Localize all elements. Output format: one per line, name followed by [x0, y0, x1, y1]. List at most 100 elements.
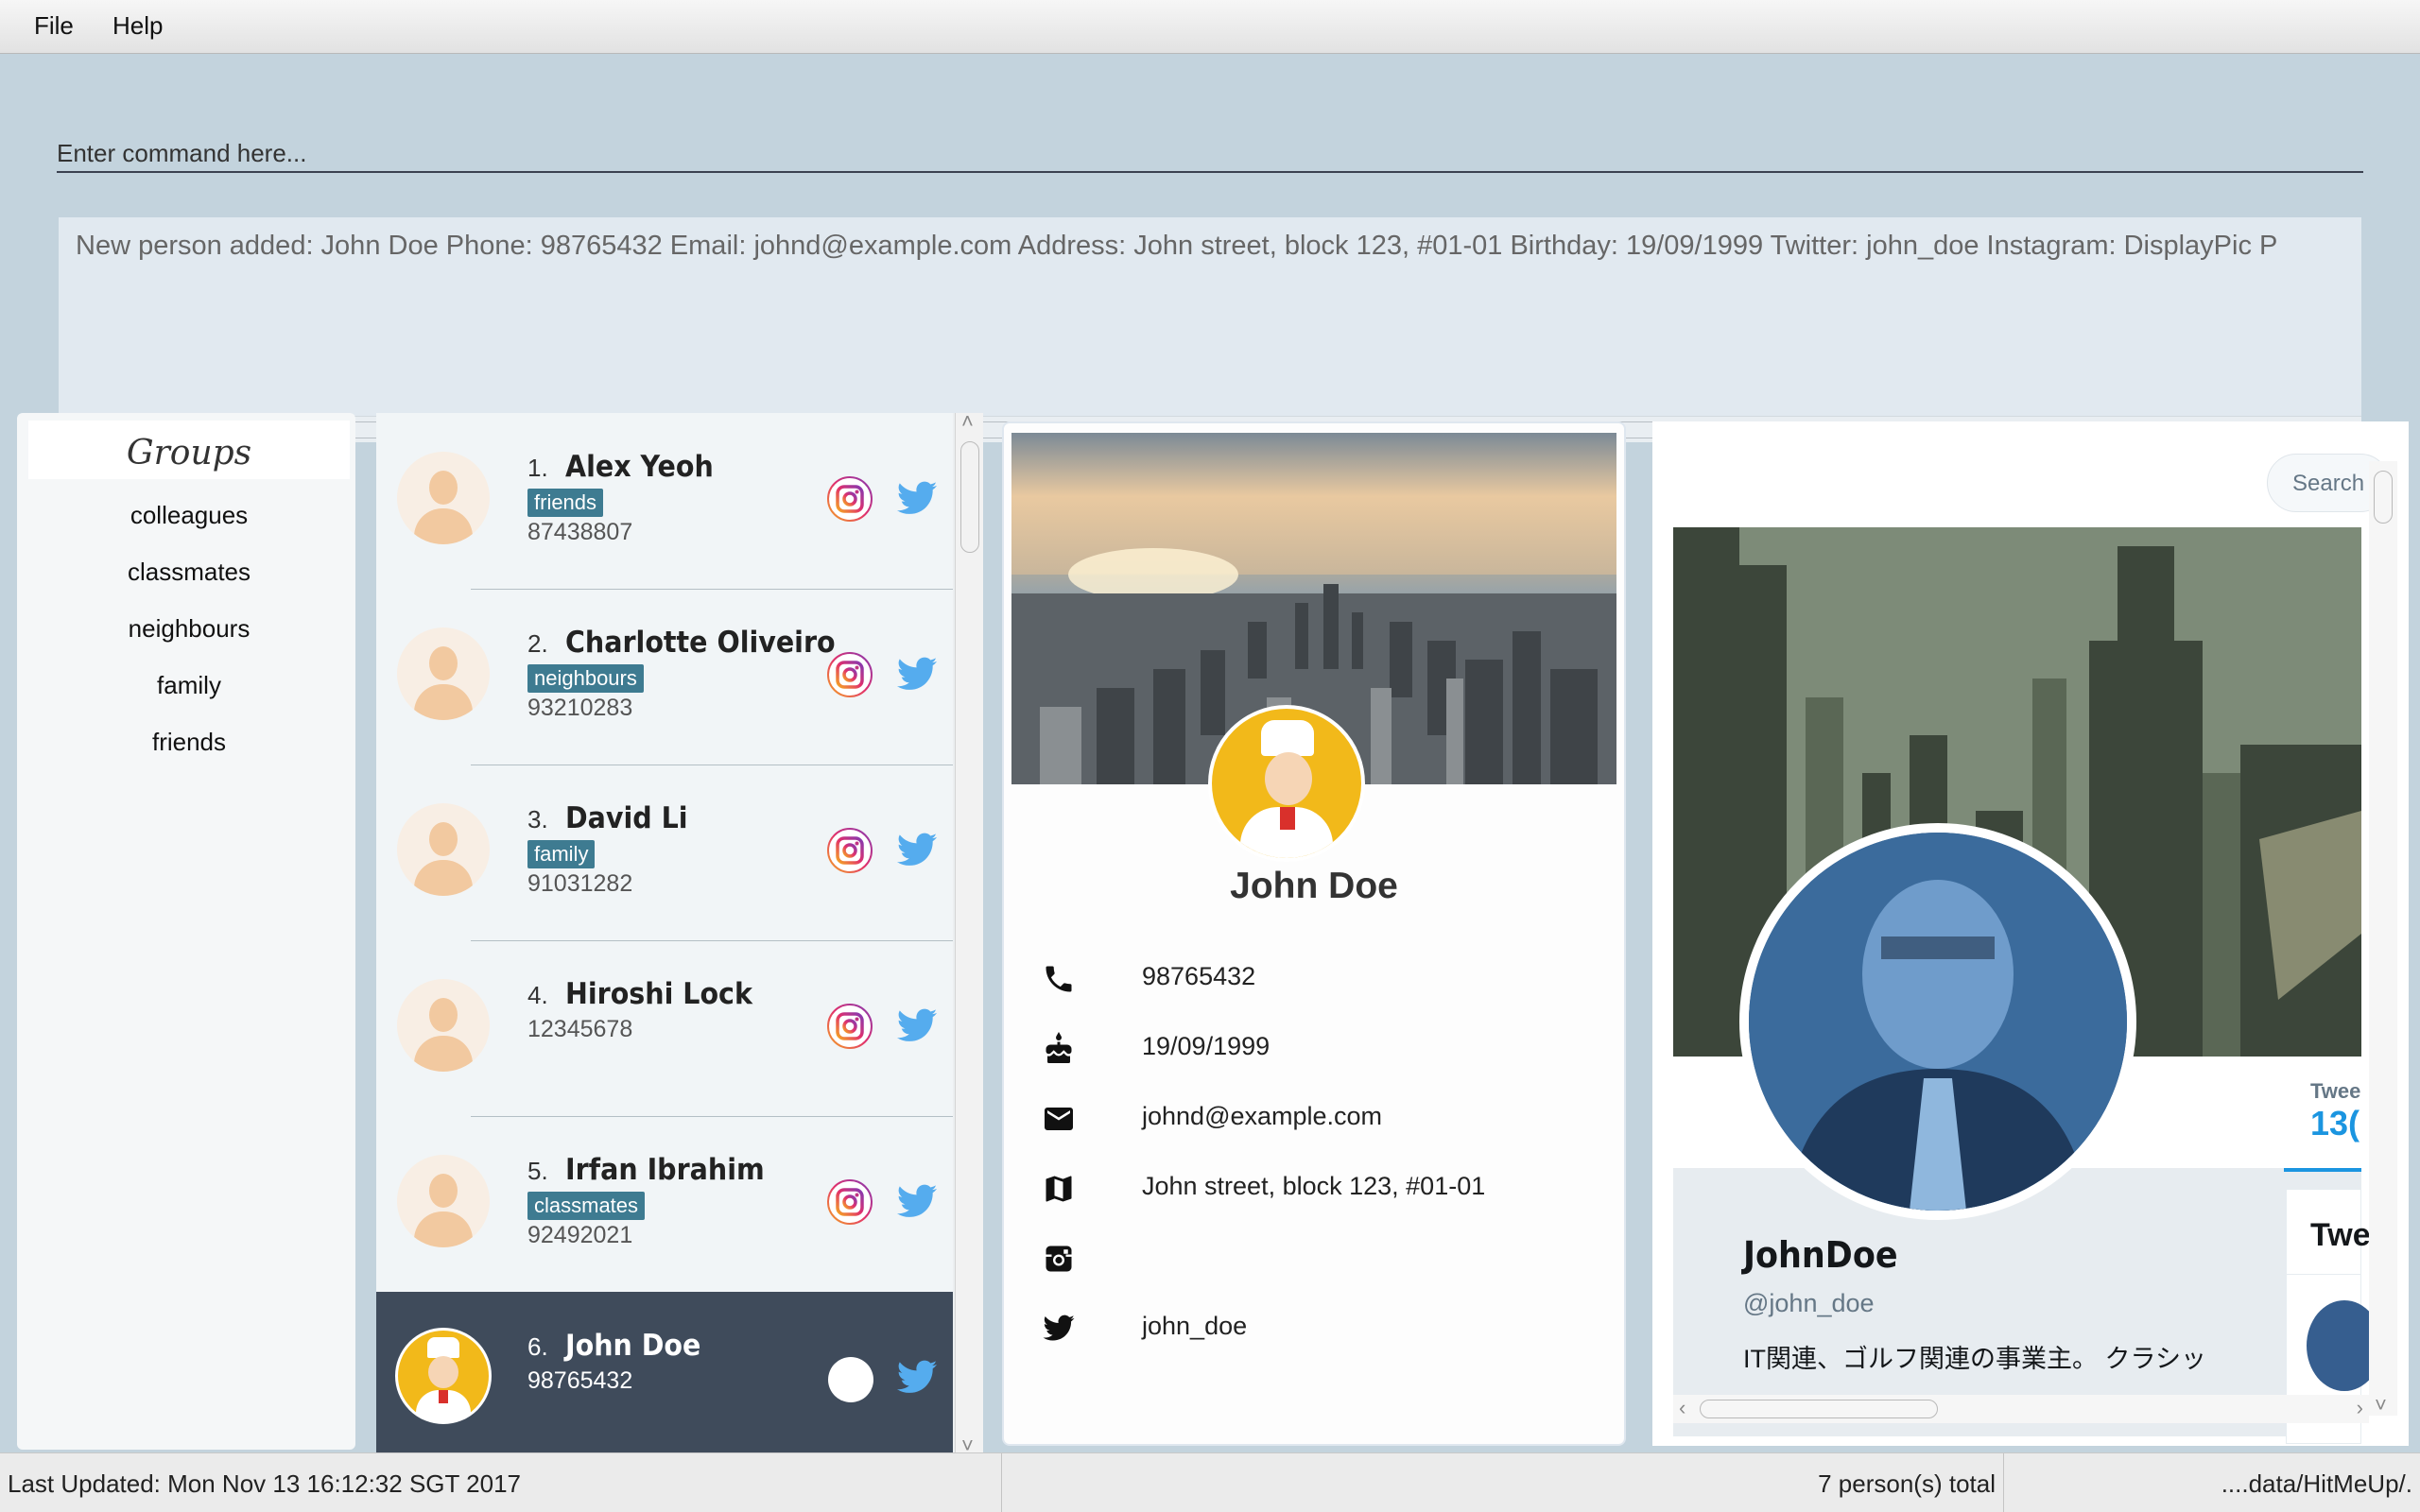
person-card[interactable]: 4. Hiroshi Lock 12345678 [376, 940, 953, 1116]
menu-file[interactable]: File [34, 11, 74, 41]
group-item-neighbours[interactable]: neighbours [28, 601, 350, 656]
person-phone: 93210283 [527, 695, 633, 721]
browser-vertical-scrollbar[interactable]: ˅ [2369, 461, 2397, 1418]
tweets-tab-underline [2284, 1168, 2361, 1172]
twitter-bio: IT関連、ゴルフ関連の事業主。 クラシッ [1743, 1345, 2206, 1373]
person-tag: classmates [527, 1192, 646, 1220]
person-index: 1. [527, 454, 548, 482]
phone-icon [1046, 966, 1072, 992]
status-segment-total: 7 person(s) total [1002, 1453, 2004, 1512]
default-avatar-icon [397, 803, 490, 896]
twitter-icon[interactable] [894, 1180, 940, 1224]
person-index: 5. [527, 1157, 548, 1185]
tweets-count[interactable]: 13( [2310, 1104, 2360, 1143]
divider [471, 940, 953, 941]
group-item-friends[interactable]: friends [28, 714, 350, 769]
person-tag: neighbours [527, 664, 644, 693]
menu-bar: File Help [0, 0, 2420, 54]
profile-photo-image [1749, 833, 2127, 1211]
empty-instagram-placeholder [828, 1357, 873, 1402]
person-card[interactable]: 2. Charlotte Oliveiro neighbours 9321028… [376, 589, 953, 765]
detail-twitter-row: john_doe [1042, 1306, 1590, 1349]
detail-address: John street, block 123, #01-01 [1142, 1172, 1486, 1200]
divider [2286, 1274, 2361, 1275]
twitter-icon[interactable] [894, 1356, 940, 1400]
browser-panel[interactable]: Search Twee 13( Twe JohnDoe @john_doe IT… [1652, 421, 2409, 1446]
browser-hscroll-thumb[interactable] [1700, 1400, 1938, 1418]
groups-header: Groups [28, 421, 350, 479]
email-icon [1045, 1108, 1073, 1130]
person-total-text: 7 person(s) total [1818, 1469, 1996, 1498]
detail-email-row: johnd@example.com [1042, 1096, 1590, 1140]
person-index: 2. [527, 629, 548, 658]
group-item-classmates[interactable]: classmates [28, 544, 350, 599]
person-name: Alex Yeoh [565, 450, 714, 484]
instagram-icon [1046, 1246, 1072, 1272]
default-avatar-icon [397, 452, 490, 544]
detail-instagram-row [1042, 1236, 1590, 1280]
detail-birthday-row: 19/09/1999 [1042, 1026, 1590, 1070]
person-phone: 92492021 [527, 1222, 633, 1248]
twitter-icon[interactable] [894, 829, 940, 872]
list-scroll-thumb[interactable] [960, 441, 979, 553]
detail-address-row: John street, block 123, #01-01 [1042, 1166, 1590, 1210]
instagram-icon[interactable] [826, 1003, 873, 1050]
default-avatar-icon [397, 1155, 490, 1247]
scroll-left-icon[interactable]: ‹ [1679, 1396, 1685, 1420]
twitter-icon[interactable] [894, 653, 940, 696]
detail-phone: 98765432 [1142, 962, 1256, 990]
person-phone: 91031282 [527, 870, 633, 897]
twitter-icon[interactable] [894, 1005, 940, 1048]
person-tag: friends [527, 489, 604, 517]
result-scroll-thumb[interactable] [89, 421, 1902, 438]
scroll-down-icon[interactable]: ˅ [961, 1434, 974, 1452]
detail-birthday: 19/09/1999 [1142, 1032, 1270, 1060]
person-name: Hiroshi Lock [565, 977, 752, 1011]
person-details-panel: John Doe 98765432 19/09/1999 johnd@examp… [1002, 421, 1626, 1446]
person-card[interactable]: 1. Alex Yeoh friends 87438807 [376, 413, 953, 589]
default-avatar-icon [397, 627, 490, 720]
person-card[interactable]: 3. David Li family 91031282 [376, 765, 953, 940]
menu-help[interactable]: Help [112, 11, 163, 41]
person-name: Irfan Ibrahim [565, 1153, 765, 1187]
instagram-icon[interactable] [826, 1178, 873, 1226]
person-card-selected[interactable]: 6. John Doe 98765432 [376, 1292, 953, 1452]
browser-vscroll-thumb[interactable] [2374, 471, 2393, 524]
result-display[interactable]: New person added: John Doe Phone: 987654… [59, 217, 2361, 442]
person-phone: 12345678 [527, 1016, 633, 1042]
group-item-family[interactable]: family [28, 658, 350, 713]
person-phone: 98765432 [527, 1367, 633, 1394]
scroll-right-icon[interactable]: › [2357, 1396, 2363, 1420]
person-list: 1. Alex Yeoh friends 87438807 2. Charlot… [376, 413, 983, 1452]
detail-twitter: john_doe [1142, 1312, 1248, 1340]
search-placeholder: Search [2292, 471, 2365, 496]
instagram-icon[interactable] [826, 651, 873, 698]
list-vertical-scrollbar[interactable]: ˄ ˅ [955, 413, 983, 1452]
person-tag: family [527, 840, 596, 868]
details-name: John Doe [1230, 866, 1398, 906]
avatar-ring [395, 1328, 492, 1424]
status-segment-path: ....data/HitMeUp/. [2004, 1453, 2420, 1512]
person-name: David Li [565, 801, 688, 835]
command-area: New person added: John Doe Phone: 987654… [0, 54, 2420, 442]
browser-horizontal-scrollbar[interactable]: ‹ › [1673, 1395, 2369, 1423]
group-item-colleagues[interactable]: colleagues [28, 488, 350, 542]
scroll-down-icon[interactable]: ˅ [2375, 1393, 2387, 1418]
instagram-icon[interactable] [826, 827, 873, 874]
groups-title: Groups [126, 434, 252, 472]
details-avatar-icon [1208, 705, 1365, 862]
divider [471, 1116, 953, 1117]
instagram-icon[interactable] [826, 475, 873, 523]
twitter-icon[interactable] [894, 477, 940, 521]
twitter-profile-avatar[interactable] [1739, 823, 2136, 1220]
detail-phone-row: 98765432 [1042, 956, 1590, 1000]
twitter-handle[interactable]: @john_doe [1743, 1289, 1875, 1318]
person-card[interactable]: 5. Irfan Ibrahim classmates 92492021 [376, 1116, 953, 1292]
twitter-display-name: JohnDoe [1743, 1234, 1898, 1276]
person-index: 6. [527, 1332, 548, 1361]
scroll-up-icon[interactable]: ˄ [961, 413, 974, 434]
save-path-text: ....data/HitMeUp/. [2221, 1469, 2412, 1498]
person-name: Charlotte Oliveiro [565, 626, 836, 660]
tweets-label[interactable]: Twee [2310, 1079, 2360, 1104]
command-input[interactable] [57, 135, 2363, 173]
